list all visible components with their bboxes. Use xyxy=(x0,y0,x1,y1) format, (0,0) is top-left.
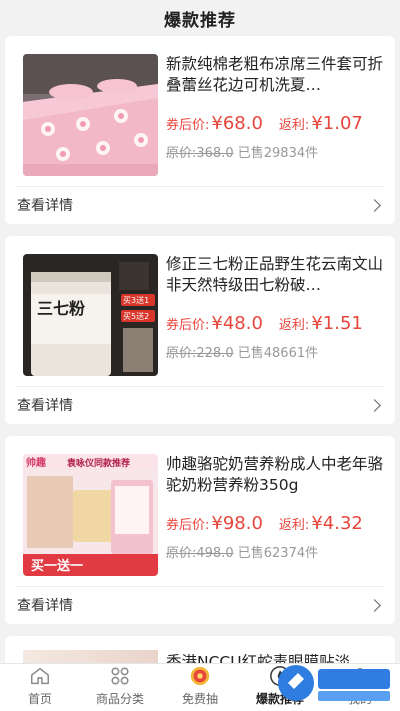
chevron-right-icon xyxy=(368,198,381,212)
price-value: ¥68.0 xyxy=(211,113,263,134)
original-price: 原价:368.0 xyxy=(166,146,234,161)
view-detail-button[interactable]: 查看详情 xyxy=(17,186,381,224)
rebate-value: ¥1.51 xyxy=(311,313,363,334)
page-title: 爆款推荐 xyxy=(164,10,236,31)
top-header: 爆款推荐 xyxy=(0,0,400,36)
price-label: 券后价: xyxy=(166,318,210,333)
product-list: 新款纯棉老粗布凉席三件套可折叠蕾丝花边可机洗夏… 券后价: ¥68.0 返利: … xyxy=(0,36,400,696)
p3-brand: 帅趣 xyxy=(26,456,47,469)
tab-label: 免费抽 xyxy=(181,692,218,706)
tab-free-draw[interactable]: 免费抽 xyxy=(160,664,240,711)
product-image-bedsheet[interactable] xyxy=(23,54,158,176)
sold-count: 已售48661件 xyxy=(237,346,319,361)
chevron-right-icon xyxy=(368,398,381,412)
category-icon xyxy=(111,667,129,685)
rebate-label: 返利: xyxy=(278,318,310,333)
rebate-value: ¥1.07 xyxy=(311,113,363,134)
product-card[interactable]: 帅趣 袁咏仪同款推荐 买一送一 帅趣骆驼奶营养粉成人中老年骆驼奶粉营养粉350g… xyxy=(5,436,395,624)
price-label: 券后价: xyxy=(166,518,210,533)
price-label: 券后价: xyxy=(166,118,210,133)
p2-badge2: 买5送2 xyxy=(123,311,149,321)
product-title[interactable]: 新款纯棉老粗布凉席三件套可折叠蕾丝花边可机洗夏… xyxy=(166,54,385,96)
p3-promo: 买一送一 xyxy=(31,558,83,574)
price-value: ¥98.0 xyxy=(211,513,263,534)
tab-label: 商品分类 xyxy=(95,692,144,706)
sold-count: 已售29834件 xyxy=(237,146,319,161)
view-detail-label: 查看详情 xyxy=(17,398,73,414)
p2-label: 三七粉 xyxy=(37,299,85,318)
product-card[interactable]: 三七粉 买3送1 买5送2 修正三七粉正品野生花云南文山非天然特级田七粉破… 券… xyxy=(5,236,395,424)
view-detail-button[interactable]: 查看详情 xyxy=(17,586,381,624)
tab-label: 首页 xyxy=(27,692,52,706)
p3-banner: 袁咏仪同款推荐 xyxy=(66,457,130,469)
tab-category[interactable]: 商品分类 xyxy=(80,664,160,711)
product-title[interactable]: 帅趣骆驼奶营养粉成人中老年骆驼奶粉营养粉350g xyxy=(166,454,385,496)
product-image-camel-milk[interactable]: 帅趣 袁咏仪同款推荐 买一送一 xyxy=(23,454,158,576)
product-image-sanqi-powder[interactable]: 三七粉 买3送1 买5送2 xyxy=(23,254,158,376)
price-value: ¥48.0 xyxy=(211,313,263,334)
view-detail-label: 查看详情 xyxy=(17,198,73,214)
rebate-label: 返利: xyxy=(278,518,310,533)
product-card[interactable]: 新款纯棉老粗布凉席三件套可折叠蕾丝花边可机洗夏… 券后价: ¥68.0 返利: … xyxy=(5,36,395,224)
rebate-value: ¥4.32 xyxy=(311,513,363,534)
chevron-right-icon xyxy=(368,598,381,612)
product-title[interactable]: 修正三七粉正品野生花云南文山非天然特级田七粉破… xyxy=(166,254,385,296)
home-icon xyxy=(31,667,49,685)
original-price: 原价:498.0 xyxy=(166,546,234,561)
gift-icon xyxy=(190,666,210,686)
rebate-label: 返利: xyxy=(278,118,310,133)
watermark-logo xyxy=(278,665,390,701)
sold-count: 已售62374件 xyxy=(237,546,319,561)
tab-home[interactable]: 首页 xyxy=(0,664,80,711)
p2-badge1: 买3送1 xyxy=(123,295,149,305)
view-detail-button[interactable]: 查看详情 xyxy=(17,386,381,424)
original-price: 原价:228.0 xyxy=(166,346,234,361)
view-detail-label: 查看详情 xyxy=(17,598,73,614)
